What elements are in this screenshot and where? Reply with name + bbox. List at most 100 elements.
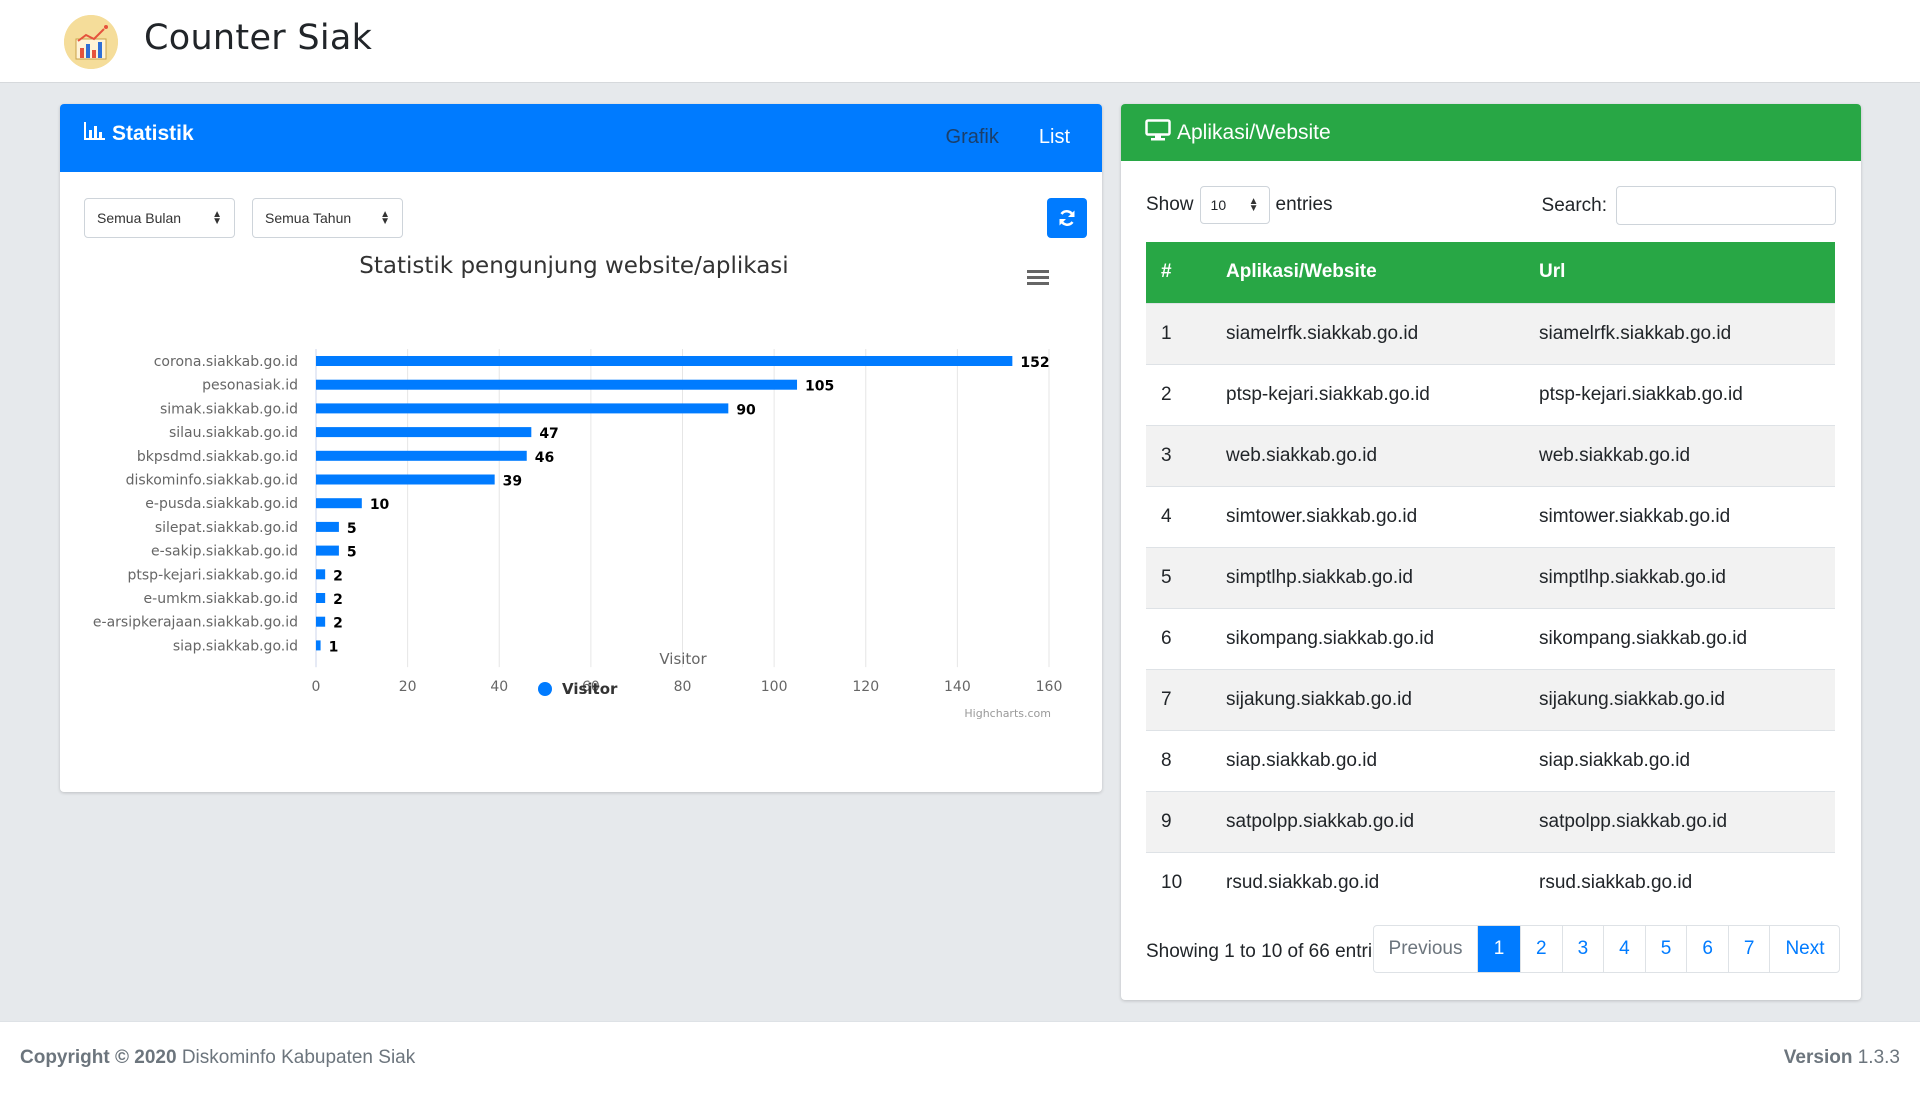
pagination-page-1[interactable]: 1: [1477, 926, 1520, 972]
bar[interactable]: [316, 356, 1013, 366]
pagination: Previous 1 2 3 4 5 6 7 Next: [1373, 925, 1841, 973]
footer-copyright: Copyright © 2020 Diskominfo Kabupaten Si…: [20, 1047, 415, 1069]
bar[interactable]: [316, 474, 495, 485]
entries-select[interactable]: 10 ▲ ▼: [1199, 186, 1270, 224]
row-aplikasi: siap.siakkab.go.id: [1226, 749, 1378, 771]
column-header-url[interactable]: Url: [1524, 242, 1835, 303]
table-row[interactable]: 9 satpolpp.siakkab.go.id satpolpp.siakkab.…: [1146, 791, 1835, 852]
desktop-icon: [1145, 119, 1171, 147]
statistik-title-text: Statistik: [112, 122, 194, 145]
month-select[interactable]: Semua Bulan ▲ ▼: [84, 198, 235, 238]
pagination-page-3[interactable]: 3: [1561, 926, 1604, 972]
bar[interactable]: [316, 379, 798, 390]
version-number: 1.3.3: [1857, 1047, 1900, 1068]
copyright-owner: Diskominfo Kabupaten Siak: [181, 1047, 416, 1068]
refresh-button[interactable]: [1047, 198, 1087, 238]
tab-grafik[interactable]: Grafik: [946, 126, 999, 149]
search-label: Search:: [1541, 194, 1607, 216]
bar[interactable]: [316, 616, 326, 627]
x-tick-label: 160: [1036, 679, 1063, 695]
data-label: 1: [329, 639, 339, 655]
bar-chart-icon: [84, 121, 106, 147]
statistik-card: Statistik Grafik List Semua Bulan ▲ ▼ Sem…: [60, 104, 1102, 792]
show-label: Show: [1146, 194, 1194, 215]
search-input[interactable]: [1616, 186, 1836, 225]
visitor-bar-chart: Statistik pengunjung website/aplikasi co…: [93, 253, 1063, 720]
table-row[interactable]: 7 sijakung.siakkab.go.id sijakung.siakkab.…: [1146, 669, 1835, 730]
table-row[interactable]: 3 web.siakkab.go.id web.siakkab.go.id: [1146, 425, 1835, 486]
row-number: 9: [1161, 810, 1172, 832]
table-row[interactable]: 6 sikompang.siakkab.go.id sikompang.siakka…: [1146, 608, 1835, 669]
pagination-page-7[interactable]: 7: [1727, 926, 1770, 972]
row-aplikasi: rsud.siakkab.go.id: [1226, 871, 1380, 893]
table-header-row: # Aplikasi/Website Url: [1146, 242, 1835, 303]
chart-menu-icon[interactable]: [1027, 270, 1049, 285]
data-label: 5: [347, 545, 357, 561]
bar[interactable]: [316, 545, 339, 556]
entries-select-value: 10: [1210, 197, 1227, 213]
row-number: 5: [1161, 566, 1172, 588]
pagination-page-6[interactable]: 6: [1686, 926, 1728, 972]
data-label: 46: [535, 450, 554, 466]
pagination-page-2[interactable]: 2: [1520, 926, 1562, 972]
app-logo-icon[interactable]: [64, 15, 118, 69]
category-label: pesonasiak.id: [202, 378, 298, 394]
year-select-value: Semua Tahun: [265, 210, 352, 226]
pagination-page-5[interactable]: 5: [1644, 926, 1687, 972]
row-number: 1: [1161, 322, 1172, 344]
table-row[interactable]: 8 siap.siakkab.go.id siap.siakkab.go.id: [1146, 730, 1835, 791]
x-tick-label: 120: [852, 679, 879, 695]
table-row[interactable]: 2 ptsp-kejari.siakkab.go.id ptsp-kejari.si…: [1146, 364, 1835, 425]
month-select-value: Semua Bulan: [97, 210, 182, 226]
data-label: 5: [347, 521, 357, 537]
chart-title: Statistik pengunjung website/aplikasi: [359, 253, 788, 279]
statistik-tabs: Grafik List: [946, 126, 1070, 149]
bar[interactable]: [316, 450, 527, 461]
row-aplikasi: sijakung.siakkab.go.id: [1226, 688, 1412, 710]
row-aplikasi: satpolpp.siakkab.go.id: [1226, 810, 1415, 832]
table-info: Showing 1 to 10 of 66 entries: [1146, 941, 1372, 962]
bar[interactable]: [316, 640, 321, 651]
column-header-number[interactable]: #: [1146, 242, 1211, 303]
x-tick-label: 40: [490, 679, 508, 695]
table-row[interactable]: 10 rsud.siakkab.go.id rsud.siakkab.go.id: [1146, 852, 1835, 913]
search-control: Search:: [1542, 186, 1836, 225]
pagination-previous[interactable]: Previous: [1374, 926, 1477, 972]
chart-legend[interactable]: Visitor: [538, 680, 618, 698]
row-url: simptlhp.siakkab.go.id: [1539, 566, 1726, 588]
pagination-page-4[interactable]: 4: [1603, 926, 1645, 972]
table-row[interactable]: 5 simptlhp.siakkab.go.id simptlhp.siakkab.…: [1146, 547, 1835, 608]
top-navbar: Counter Siak: [0, 0, 1920, 83]
table-row[interactable]: 1 siamelrfk.siakkab.go.id siamelrfk.siakka…: [1146, 303, 1835, 364]
table-row[interactable]: 4 simtower.siakkab.go.id simtower.siakkab.…: [1146, 486, 1835, 547]
tab-list[interactable]: List: [1039, 126, 1070, 149]
category-label: e-pusda.siakkab.go.id: [145, 496, 298, 512]
category-label: e-umkm.siakkab.go.id: [144, 591, 298, 607]
bar[interactable]: [316, 593, 326, 603]
column-header-aplikasi[interactable]: Aplikasi/Website: [1211, 242, 1524, 303]
chart-credits[interactable]: Highcharts.com: [964, 707, 1051, 720]
category-label: diskominfo.siakkab.go.id: [126, 473, 298, 489]
row-url: siamelrfk.siakkab.go.id: [1539, 322, 1732, 344]
aplikasi-card-header: Aplikasi/Website: [1121, 104, 1861, 161]
statistik-card-header: Statistik Grafik List: [60, 104, 1102, 172]
category-label: silepat.siakkab.go.id: [155, 520, 298, 536]
data-label: 10: [370, 497, 390, 513]
bar[interactable]: [316, 521, 339, 532]
sort-updown-icon: ▲ ▼: [380, 209, 390, 227]
bar[interactable]: [316, 498, 362, 509]
app-title[interactable]: Counter Siak: [144, 18, 372, 58]
row-url: web.siakkab.go.id: [1539, 444, 1691, 466]
year-select[interactable]: Semua Tahun ▲ ▼: [252, 198, 403, 238]
category-label: corona.siakkab.go.id: [154, 354, 298, 370]
row-number: 8: [1161, 749, 1172, 771]
bar[interactable]: [316, 569, 326, 580]
row-url: satpolpp.siakkab.go.id: [1539, 810, 1728, 832]
row-number: 10: [1161, 871, 1183, 893]
bar[interactable]: [316, 427, 532, 438]
version-label: Version: [1783, 1047, 1853, 1068]
row-number: 2: [1161, 383, 1172, 405]
pagination-next[interactable]: Next: [1769, 926, 1839, 972]
row-aplikasi: ptsp-kejari.siakkab.go.id: [1226, 383, 1430, 405]
bar[interactable]: [316, 403, 729, 414]
